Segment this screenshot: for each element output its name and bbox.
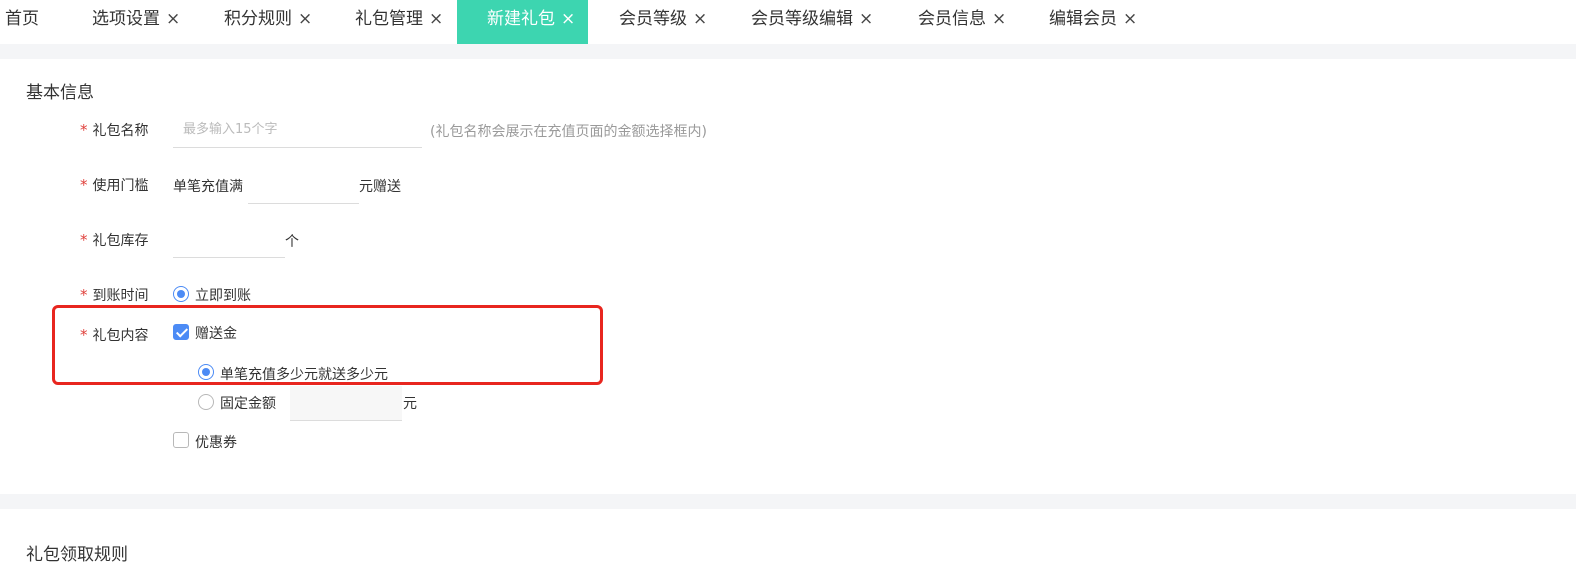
required-mark: * [80, 176, 88, 194]
tab-label: 礼包管理 [355, 9, 423, 29]
tab-label: 积分规则 [224, 9, 292, 29]
coupon-checkbox[interactable] [173, 432, 189, 448]
tab-new-gift[interactable]: 新建礼包 × [457, 0, 588, 44]
close-icon[interactable]: × [693, 0, 707, 38]
close-icon[interactable]: × [859, 0, 873, 38]
tab-member-info[interactable]: 会员信息 × [918, 0, 1006, 44]
highlight-box [52, 305, 603, 385]
tab-home[interactable]: 首页 [5, 0, 39, 44]
section-separator [0, 44, 1576, 59]
close-icon[interactable]: × [429, 0, 443, 38]
close-icon[interactable]: × [992, 0, 1006, 38]
gift-fixed-amount-radio[interactable] [198, 394, 214, 410]
tab-gift-management[interactable]: 礼包管理 × [355, 0, 443, 44]
gift-name-input[interactable] [173, 112, 422, 148]
tab-label: 选项设置 [92, 9, 160, 29]
close-icon[interactable]: × [561, 0, 575, 38]
close-icon[interactable]: × [166, 0, 180, 38]
threshold-prefix: 单笔充值满 [173, 179, 243, 195]
stock-input[interactable] [173, 222, 285, 258]
arrival-immediate-label[interactable]: 立即到账 [195, 285, 251, 305]
close-icon[interactable]: × [298, 0, 312, 38]
tab-edit-member[interactable]: 编辑会员 × [1049, 0, 1137, 44]
tab-member-level[interactable]: 会员等级 × [619, 0, 707, 44]
arrival-time-label: * 到账时间 [80, 286, 149, 304]
tab-label: 新建礼包 [487, 9, 555, 29]
gift-name-label: * 礼包名称 [80, 121, 149, 139]
tab-label: 会员信息 [918, 9, 986, 29]
fixed-amount-suffix: 元 [403, 396, 417, 412]
stock-label: * 礼包库存 [80, 231, 149, 249]
threshold-amount-input[interactable] [248, 168, 359, 204]
required-mark: * [80, 231, 88, 249]
close-icon[interactable]: × [1123, 0, 1137, 38]
gift-name-hint: (礼包名称会展示在充值页面的金额选择框内) [430, 124, 707, 140]
stock-suffix: 个 [285, 234, 299, 250]
gift-fixed-amount-label[interactable]: 固定金额 [220, 393, 276, 413]
tab-member-level-edit[interactable]: 会员等级编辑 × [751, 0, 873, 44]
fixed-amount-input[interactable] [290, 386, 402, 421]
tab-label: 编辑会员 [1049, 9, 1117, 29]
threshold-suffix: 元赠送 [359, 179, 401, 195]
arrival-immediate-radio[interactable] [173, 286, 189, 302]
tab-label: 会员等级 [619, 9, 687, 29]
section-separator [0, 494, 1576, 509]
section-title-claim-rules: 礼包领取规则 [26, 545, 128, 565]
tab-bar: 首页 选项设置 × 积分规则 × 礼包管理 × 新建礼包 × 会员等级 × 会员等级编辑 ×… [0, 0, 1576, 44]
tab-label: 首页 [5, 9, 39, 29]
required-mark: * [80, 121, 88, 139]
threshold-label: * 使用门槛 [80, 176, 149, 194]
tab-points-rules[interactable]: 积分规则 × [224, 0, 312, 44]
section-title-basic-info: 基本信息 [26, 83, 94, 103]
coupon-label[interactable]: 优惠券 [195, 432, 237, 452]
tab-label: 会员等级编辑 [751, 9, 853, 29]
tab-options-settings[interactable]: 选项设置 × [92, 0, 180, 44]
required-mark: * [80, 286, 88, 304]
